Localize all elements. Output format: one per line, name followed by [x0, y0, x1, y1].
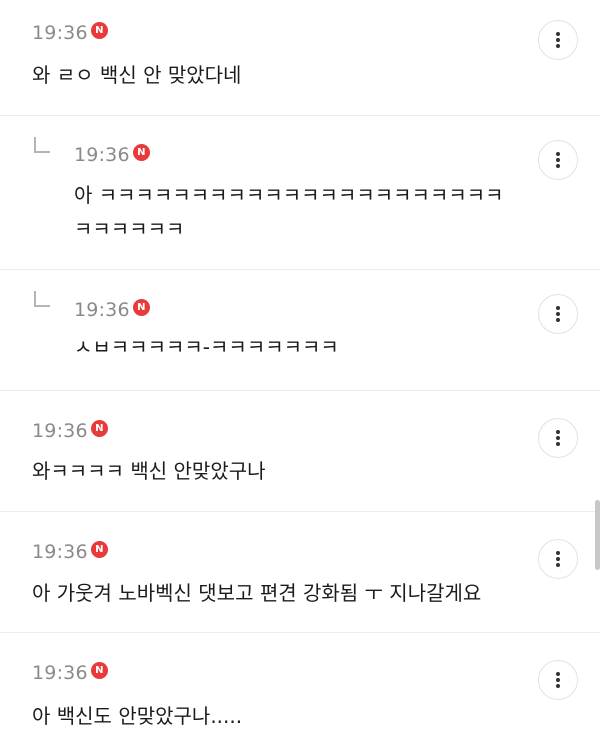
reply-comment-item: 19:36 N ㅅㅂㅋㅋㅋㅋㅋ-ㅋㅋㅋㅋㅋㅋㅋ [0, 270, 600, 391]
new-badge: N [132, 298, 150, 316]
comment-meta: 19:36 N [74, 298, 150, 321]
comment-time: 19:36 [32, 541, 88, 563]
more-options-button[interactable] [538, 539, 578, 579]
comment-meta: 19:36 N [74, 143, 150, 166]
comment-time: 19:36 [74, 299, 130, 321]
comment-item: 19:36 N 아 백신도 안맞았구나..... [0, 633, 600, 750]
comment-time: 19:36 [32, 662, 88, 684]
new-badge: N [90, 540, 108, 558]
reply-arrow-icon [34, 291, 50, 307]
new-badge: N [90, 661, 108, 679]
more-options-button[interactable] [538, 140, 578, 180]
more-options-button[interactable] [538, 660, 578, 700]
comment-text: 와 ㄹㅇ 백신 안 맞았다네 [32, 63, 242, 87]
reply-arrow-icon [34, 137, 50, 153]
comment-item: 19:36 N 아 가웃겨 노바벡신 댓보고 편견 강화됨 ㅜ 지나갈게요 [0, 512, 600, 633]
comment-meta: 19:36 N [32, 540, 108, 563]
scrollbar-thumb[interactable] [595, 500, 600, 570]
comment-text: 와ㅋㅋㅋㅋ 백신 안맞았구나 [32, 459, 266, 483]
comment-time: 19:36 [74, 144, 130, 166]
more-options-button[interactable] [538, 20, 578, 60]
more-vertical-icon [556, 306, 560, 322]
new-badge: N [90, 419, 108, 437]
comment-text: 아 가웃겨 노바벡신 댓보고 편견 강화됨 ㅜ 지나갈게요 [32, 581, 482, 605]
comment-item: 19:36 N 와 ㄹㅇ 백신 안 맞았다네 [0, 0, 600, 116]
new-badge: N [90, 21, 108, 39]
more-options-button[interactable] [538, 294, 578, 334]
more-vertical-icon [556, 32, 560, 48]
more-vertical-icon [556, 672, 560, 688]
new-badge: N [132, 143, 150, 161]
comment-meta: 19:36 N [32, 661, 108, 684]
more-vertical-icon [556, 430, 560, 446]
comment-item: 19:36 N 와ㅋㅋㅋㅋ 백신 안맞았구나 [0, 391, 600, 512]
comment-text-line: ㅋㅋㅋㅋㅋㅋ [74, 217, 185, 241]
comment-meta: 19:36 N [32, 21, 108, 44]
comment-time: 19:36 [32, 420, 88, 442]
comment-text: 아 백신도 안맞았구나..... [32, 704, 243, 728]
reply-comment-item: 19:36 N 아 ㅋㅋㅋㅋㅋㅋㅋㅋㅋㅋㅋㅋㅋㅋㅋㅋㅋㅋㅋㅋㅋㅋ ㅋㅋㅋㅋㅋㅋ [0, 116, 600, 270]
more-vertical-icon [556, 152, 560, 168]
more-options-button[interactable] [538, 418, 578, 458]
more-vertical-icon [556, 551, 560, 567]
comment-meta: 19:36 N [32, 419, 108, 442]
comment-text-line: 아 ㅋㅋㅋㅋㅋㅋㅋㅋㅋㅋㅋㅋㅋㅋㅋㅋㅋㅋㅋㅋㅋㅋ [74, 183, 504, 207]
comment-text: ㅅㅂㅋㅋㅋㅋㅋ-ㅋㅋㅋㅋㅋㅋㅋ [74, 335, 339, 359]
comment-time: 19:36 [32, 22, 88, 44]
